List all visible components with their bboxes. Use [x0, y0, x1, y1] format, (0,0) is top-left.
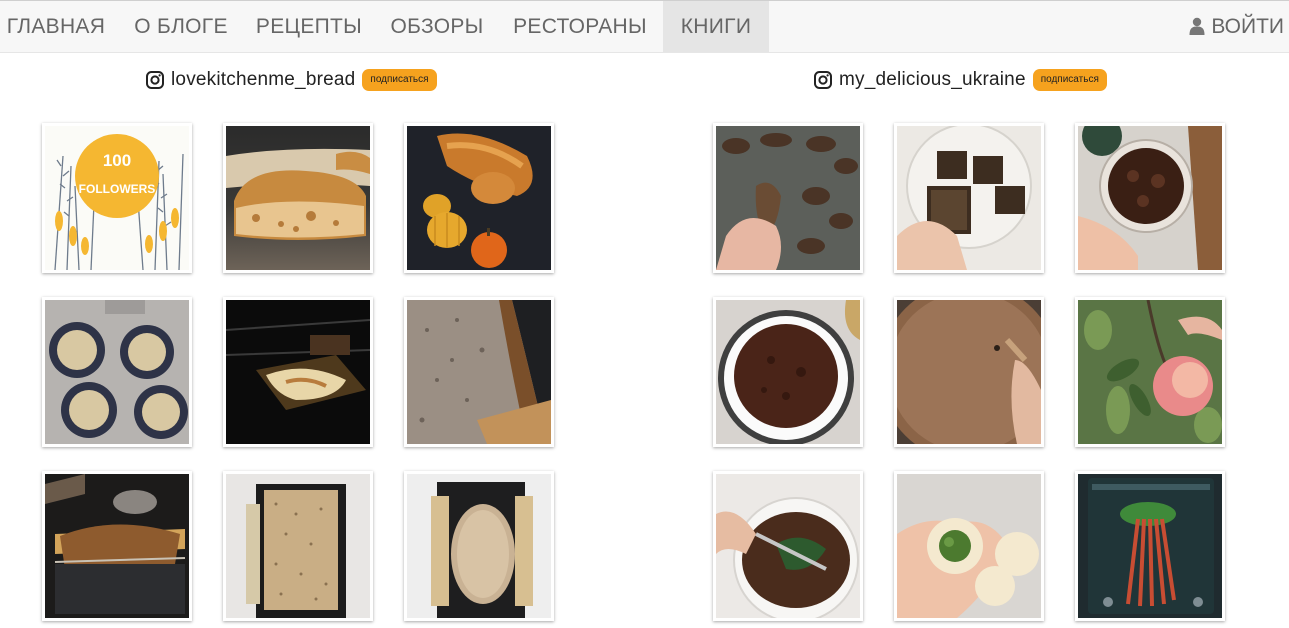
- nav-item-home[interactable]: ГЛАВНАЯ: [0, 1, 112, 52]
- photo-tile-dumplings-plate[interactable]: [713, 471, 863, 621]
- user-icon: [1189, 17, 1205, 35]
- photo-tile-batter[interactable]: [894, 297, 1044, 447]
- feed-header-ukraine: my_delicious_ukraine подписаться: [814, 66, 1107, 94]
- followers-badge-image: 100 FOLLOWERS: [54, 134, 184, 270]
- jam-jar-image: [1078, 126, 1222, 270]
- photo-tile-dough-tin[interactable]: [404, 471, 554, 621]
- seeded-bread-image: [246, 484, 346, 618]
- nav-item-reviews[interactable]: ОБЗОРЫ: [382, 1, 492, 52]
- dough-tin-image: [431, 482, 533, 618]
- login-label: ВОЙТИ: [1211, 15, 1284, 38]
- nav-item-about[interactable]: О БЛОГЕ: [118, 1, 244, 52]
- photo-tile-dried-pears[interactable]: [713, 123, 863, 273]
- photo-tile-apple[interactable]: [1075, 297, 1225, 447]
- sugar-cubes-image: [897, 126, 1032, 270]
- photo-tile-spinach-dumpling[interactable]: [894, 471, 1044, 621]
- instagram-icon: [814, 71, 832, 89]
- badge-label: FOLLOWERS: [79, 182, 156, 196]
- ciabatta-image: [226, 148, 370, 240]
- dried-pears-image: [716, 133, 858, 270]
- batter-image: [897, 300, 1041, 444]
- nav-item-recipes[interactable]: РЕЦЕПТЫ: [250, 1, 368, 52]
- main-nav: ГЛАВНАЯ О БЛОГЕ РЕЦЕПТЫ ОБЗОРЫ РЕСТОРАНЫ…: [0, 1, 1289, 53]
- photo-tile-chocolate-cake[interactable]: [713, 297, 863, 447]
- rhubarb-image: [1088, 478, 1214, 614]
- nav-item-books[interactable]: КНИГИ: [663, 1, 769, 52]
- apple-image: [1078, 300, 1222, 444]
- spinach-dumpling-image: [897, 518, 1039, 618]
- login-button[interactable]: ВОЙТИ: [1189, 1, 1284, 52]
- pumpkin-bread-image: [423, 133, 533, 268]
- instagram-icon: [146, 71, 164, 89]
- photo-tile-sugar-cubes[interactable]: [894, 123, 1044, 273]
- photo-tile-dough-balls[interactable]: [42, 297, 192, 447]
- photo-tile-jam-jar[interactable]: [1075, 123, 1225, 273]
- photo-tile-rye-slice[interactable]: [404, 297, 554, 447]
- badge-number: 100: [103, 151, 131, 170]
- photo-tile-seeded-bread[interactable]: [223, 471, 373, 621]
- photo-tile-pumpkin-bread[interactable]: [404, 123, 554, 273]
- subscribe-button[interactable]: подписаться: [362, 69, 437, 91]
- dough-balls-image: [45, 300, 189, 444]
- chocolate-cake-image: [718, 300, 860, 444]
- photo-tile-followers-badge[interactable]: 100 FOLLOWERS: [42, 123, 192, 273]
- feed-account-name[interactable]: lovekitchenme_bread: [171, 69, 355, 91]
- feed-account-name[interactable]: my_delicious_ukraine: [839, 69, 1026, 91]
- rye-slice-image: [407, 300, 551, 444]
- subscribe-button[interactable]: подписаться: [1032, 69, 1107, 91]
- dumplings-plate-image: [716, 497, 859, 618]
- photo-tile-oven-bread[interactable]: [223, 297, 373, 447]
- photo-tile-rye-loaf-oven[interactable]: [42, 471, 192, 621]
- photo-tile-ciabatta[interactable]: [223, 123, 373, 273]
- rye-loaf-oven-image: [45, 474, 186, 614]
- nav-item-restaurants[interactable]: РЕСТОРАНЫ: [505, 1, 655, 52]
- photo-tile-rhubarb[interactable]: [1075, 471, 1225, 621]
- oven-bread-image: [226, 319, 370, 410]
- feed-header-bread: lovekitchenme_bread подписаться: [146, 66, 437, 94]
